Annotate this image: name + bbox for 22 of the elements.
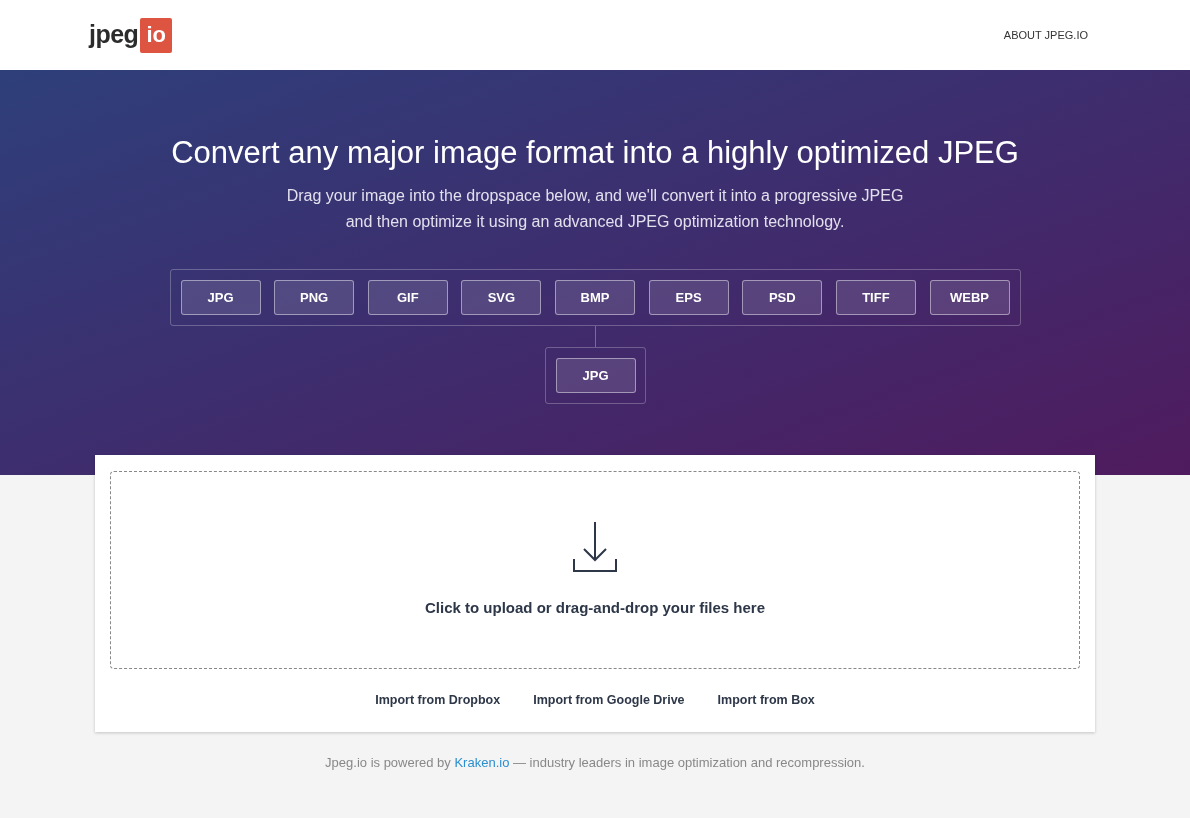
format-button[interactable]: JPG [555,358,636,394]
dropzone[interactable]: Click to upload or drag-and-drop your files here [110,471,1080,669]
import-link[interactable]: Import from Google Drive [533,691,685,710]
logo-text: jpeg [89,19,139,51]
format-button[interactable]: TIFF [835,280,916,316]
logo-badge: io [140,17,172,53]
format-button[interactable]: WEBP [929,280,1010,316]
format-button[interactable]: SVG [461,280,542,316]
format-button[interactable]: GIF [367,280,448,316]
footer-text: Jpeg.io is powered by Kraken.io — industry leaders in image optimization and recompression. [324,754,866,772]
format-button[interactable]: PSD [742,280,823,316]
about-link[interactable]: ABOUT JPEG.IO [1003,26,1088,44]
hero-subtitle: Drag your image into the dropspace below, and we'll convert it into a progressive JPEG and then optimize it using an advanced JPEG optimization technology. [285,186,905,233]
format-button[interactable]: PNG [274,280,355,316]
format-button[interactable]: EPS [648,280,729,316]
import-link[interactable]: Import from Dropbox [375,691,501,710]
format-button[interactable]: JPG [180,280,261,316]
download-icon [572,520,618,573]
format-button[interactable]: BMP [555,280,635,316]
import-link[interactable]: Import from Box [717,691,815,710]
hero-title: Convert any major image format into a highly optimized JPEG [170,134,1020,172]
dropzone-text: Click to upload or drag-and-drop your files here [424,597,765,618]
